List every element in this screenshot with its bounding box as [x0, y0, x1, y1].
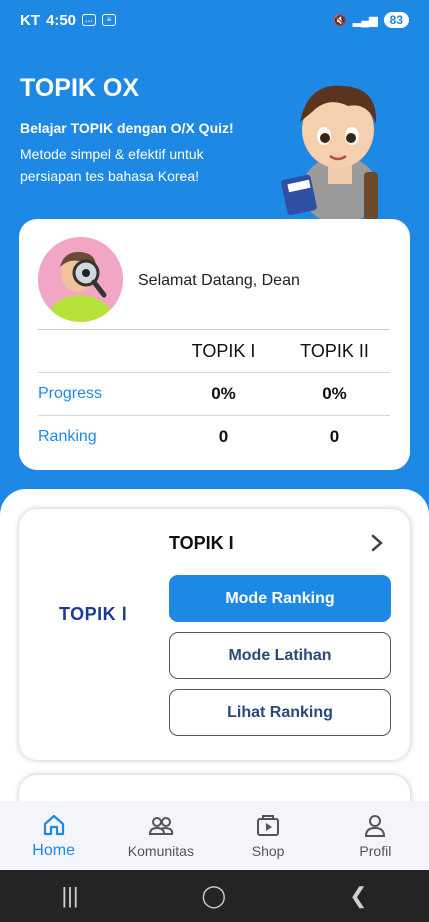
mute-icon: 🔇	[333, 14, 347, 27]
system-navigation-bar: ||| ◯ ❮	[0, 870, 429, 922]
mode-practice-button[interactable]: Mode Latihan	[169, 632, 391, 679]
nav-home[interactable]: Home	[0, 801, 107, 870]
topik-i-card: TOPIK Ⅰ TOPIK I Mode Ranking Mode Latiha…	[19, 509, 410, 760]
table-row: Ranking 0 0	[38, 415, 390, 458]
home-circle-icon[interactable]: ◯	[202, 883, 227, 909]
person-icon	[365, 814, 386, 837]
welcome-card: Selamat Datang, Dean TOPIK I TOPIK II Pr…	[19, 219, 410, 470]
table-row: Progress 0% 0%	[38, 372, 390, 415]
table-header-row: TOPIK I TOPIK II	[38, 329, 390, 372]
nav-label: Profil	[359, 842, 392, 859]
nav-label: Komunitas	[127, 842, 194, 859]
column-header: TOPIK I	[191, 340, 256, 361]
app-title: TOPIK OX	[20, 74, 140, 102]
table-cell: 0	[329, 427, 340, 446]
table-cell: 0%	[211, 384, 236, 403]
app-notification-icon: ≡	[102, 14, 117, 26]
status-bar: KT 4:50 … ≡ 🔇 ▂▄▆ 83	[0, 0, 429, 40]
clock: 4:50	[46, 11, 77, 29]
card-title: TOPIK I	[169, 533, 234, 553]
row-label: Progress	[38, 385, 103, 402]
column-header: TOPIK II	[300, 340, 369, 361]
back-icon[interactable]: ❮	[349, 883, 367, 909]
carrier-label: KT	[20, 11, 40, 29]
mascot-illustration	[281, 85, 378, 222]
signal-icon: ▂▄▆	[352, 14, 378, 27]
nav-community[interactable]: Komunitas	[107, 801, 214, 870]
nav-shop[interactable]: Shop	[215, 801, 322, 870]
progress-table: TOPIK I TOPIK II Progress 0% 0% Ranking …	[38, 329, 390, 458]
shop-icon	[257, 814, 280, 836]
row-label: Ranking	[38, 428, 97, 445]
user-avatar-illustration	[38, 237, 123, 322]
table-cell: 0	[218, 427, 229, 446]
chevron-right-icon[interactable]	[370, 534, 384, 557]
view-ranking-button[interactable]: Lihat Ranking	[169, 689, 391, 736]
recent-apps-icon[interactable]: |||	[61, 883, 78, 909]
nav-profile[interactable]: Profil	[322, 801, 429, 870]
mode-ranking-button[interactable]: Mode Ranking	[169, 575, 391, 622]
greeting-text: Selamat Datang, Dean	[138, 272, 300, 289]
topik-logo: TOPIK Ⅰ	[59, 604, 128, 624]
battery-indicator: 83	[383, 12, 409, 28]
hero-description: Metode simpel & efektif untuk persiapan …	[20, 146, 204, 184]
table-cell: 0%	[322, 384, 347, 403]
message-icon: …	[82, 14, 97, 26]
bottom-navigation: Home Komunitas Shop Profil	[0, 801, 429, 870]
nav-label: Shop	[251, 842, 285, 859]
people-icon	[148, 816, 174, 835]
avatar[interactable]	[38, 237, 123, 322]
nav-label: Home	[32, 841, 75, 859]
home-icon	[43, 814, 64, 835]
hero-subtitle: Belajar TOPIK dengan O/X Quiz!	[20, 120, 234, 136]
